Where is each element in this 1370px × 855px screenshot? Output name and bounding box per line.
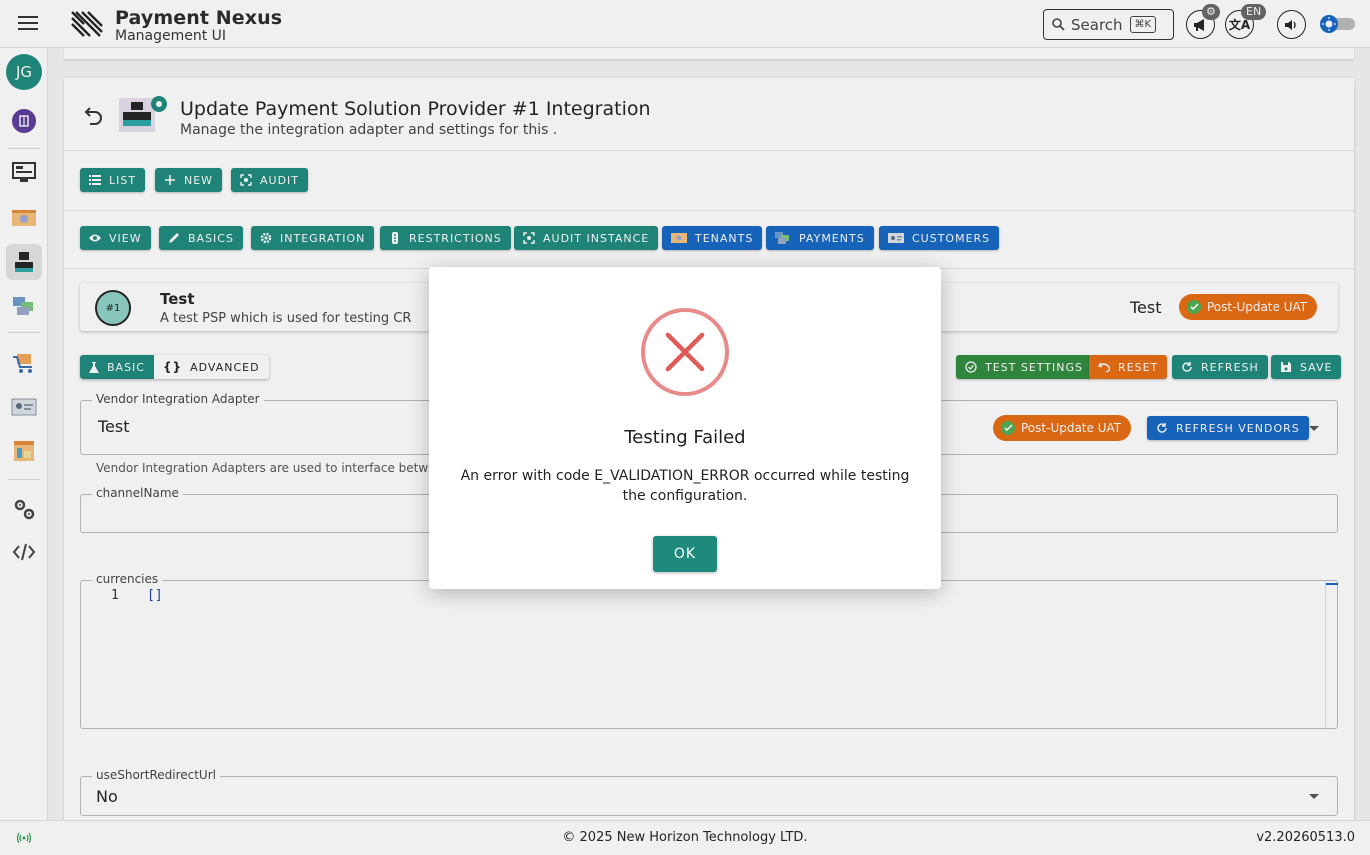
dialog-message: An error with code E_VALIDATION_ERROR oc…: [460, 468, 910, 504]
error-dialog: Testing Failed An error with code E_VALI…: [429, 267, 941, 589]
ok-button[interactable]: OK: [653, 536, 717, 572]
dialog-title: Testing Failed: [624, 427, 746, 448]
error-x-icon: [641, 308, 729, 396]
